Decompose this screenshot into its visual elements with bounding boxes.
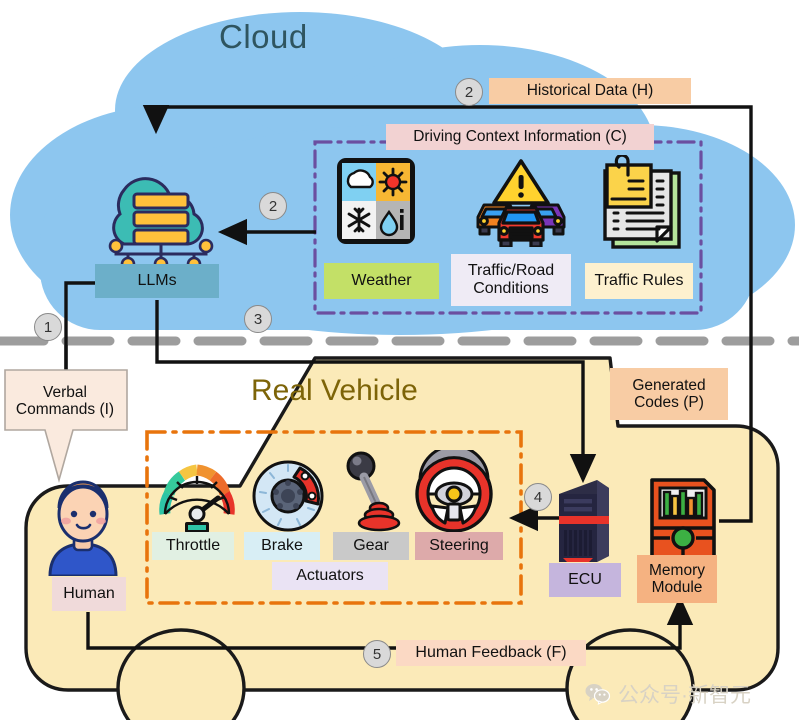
human-label: Human [52, 577, 126, 611]
watermark-text: 公众号·新智元 [618, 684, 751, 707]
driving-context-label: Driving Context Information (C) [386, 124, 654, 150]
watermark: 公众号·新智元 [585, 679, 751, 709]
memory-module-icon [650, 478, 716, 560]
memory-module-label[interactable]: Memory Module [637, 555, 717, 603]
wechat-icon [585, 684, 611, 705]
historical-data-label: Historical Data (H) [489, 78, 691, 104]
badge-2-historical: 2 [455, 78, 483, 106]
badge-3: 3 [244, 305, 272, 333]
context-item-traffic[interactable]: Traffic/Road Conditions [451, 254, 571, 306]
ecu-label[interactable]: ECU [549, 563, 621, 597]
gauge-icon [159, 464, 235, 533]
generated-codes-label: Generated Codes (P) [610, 368, 728, 420]
gear-shifter-icon [346, 451, 401, 532]
badge-5: 5 [363, 640, 391, 668]
actuators-label: Actuators [272, 562, 388, 590]
context-item-weather[interactable]: Weather [324, 263, 439, 299]
steering-wheel-icon [415, 450, 493, 533]
badge-1: 1 [34, 313, 62, 341]
rules-icon [603, 155, 681, 249]
traffic-icon [476, 159, 566, 247]
badge-2-context: 2 [259, 192, 287, 220]
weather-icon [337, 158, 415, 244]
cloud-server-icon [108, 177, 214, 266]
ecu-icon [559, 480, 609, 562]
actuator-gear[interactable]: Gear [333, 532, 409, 560]
actuator-throttle[interactable]: Throttle [152, 532, 234, 560]
badge-4: 4 [524, 483, 552, 511]
human-feedback-label: Human Feedback (F) [396, 640, 586, 666]
llms-box[interactable]: LLMs [95, 264, 219, 298]
context-item-rules[interactable]: Traffic Rules [585, 263, 693, 299]
human-avatar-icon [48, 480, 118, 576]
actuator-brake[interactable]: Brake [244, 532, 320, 560]
connector-arrows [64, 104, 753, 650]
diagram-canvas: Cloud Real Vehicle Verbal Commands (I) L… [0, 0, 799, 720]
verbal-commands-label: Verbal Commands (I) [15, 383, 115, 418]
brake-disc-icon [252, 460, 324, 532]
actuator-steering[interactable]: Steering [415, 532, 503, 560]
